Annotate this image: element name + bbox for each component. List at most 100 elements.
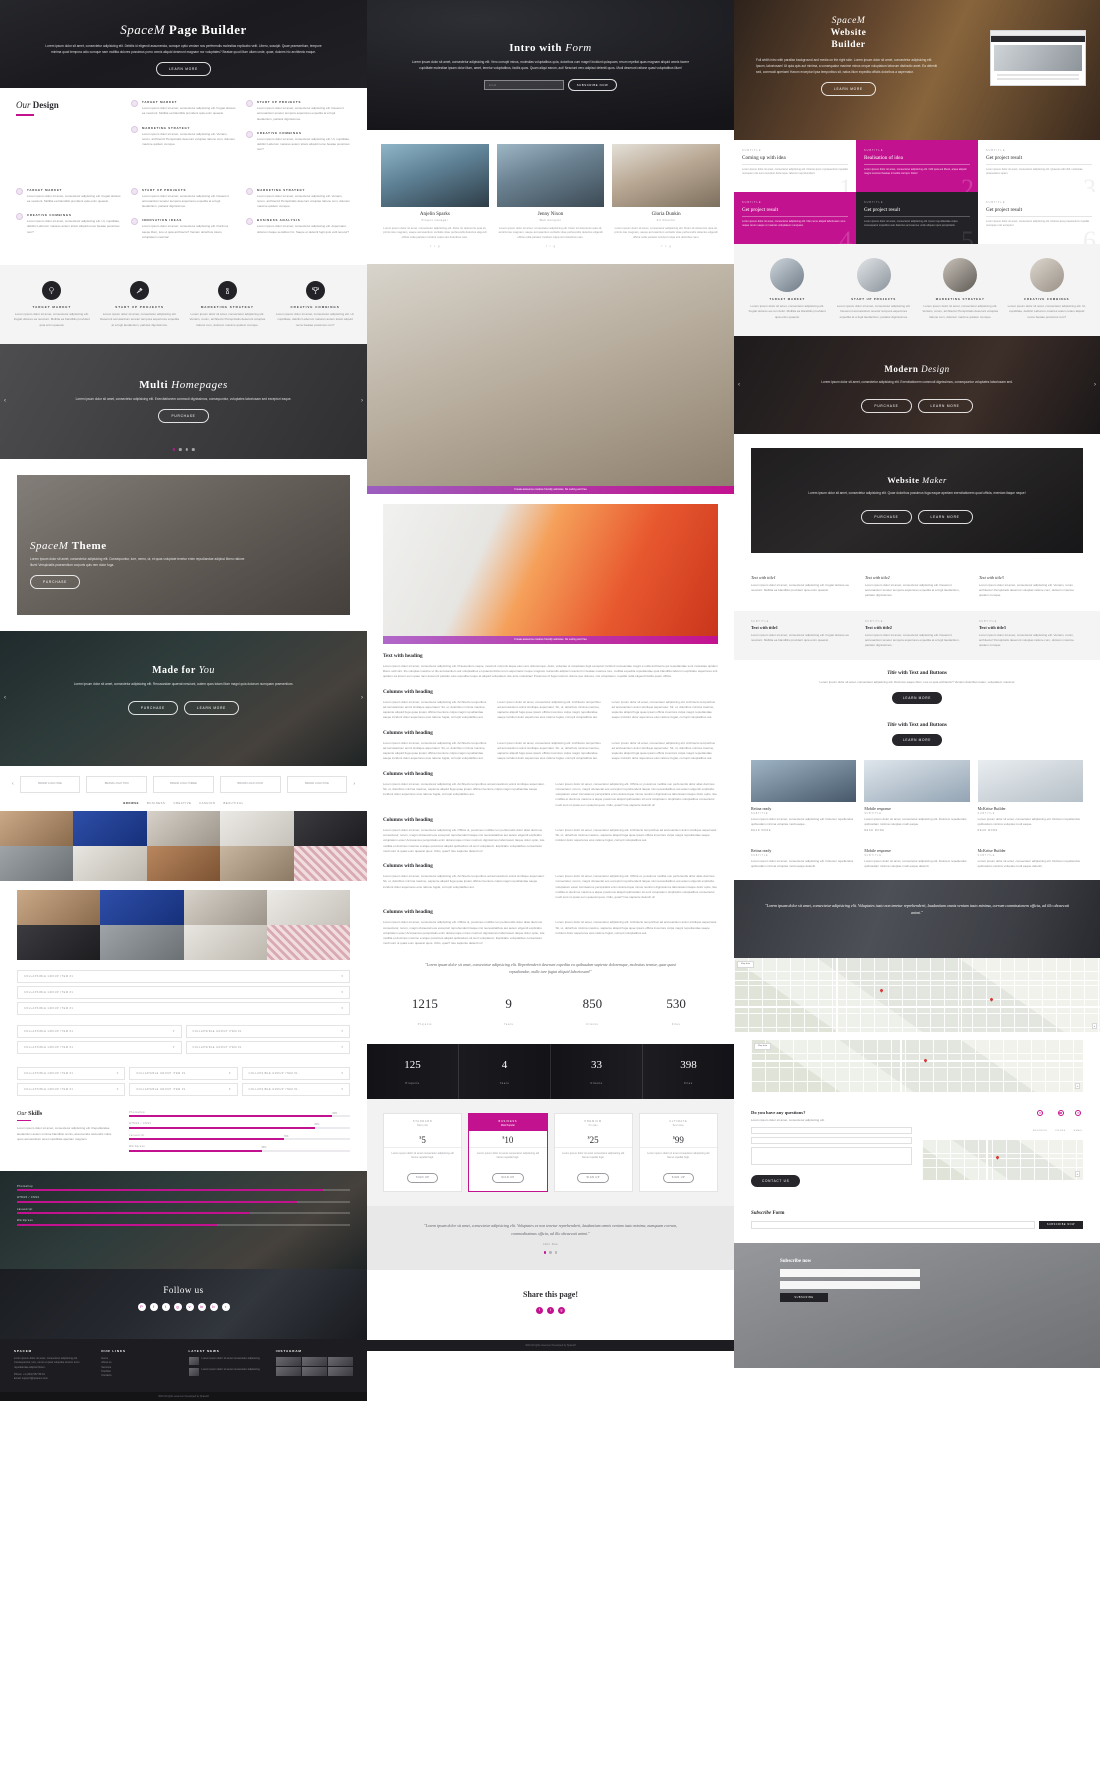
gallery-tile[interactable] xyxy=(293,810,367,846)
hero-learnmore-button[interactable]: LEARN MORE xyxy=(184,700,240,715)
twitter-icon[interactable]: t xyxy=(665,244,666,248)
accordion-item[interactable]: COLLAPSIBLE GROUP ITEM #1 ▾ xyxy=(17,985,350,999)
map-zoom-button[interactable]: + xyxy=(1075,1170,1080,1177)
slider-prev-arrow[interactable]: ‹ xyxy=(4,398,6,404)
googleplus-icon[interactable]: g xyxy=(669,244,671,248)
testimonial-dots[interactable] xyxy=(412,1251,689,1254)
accordion-item[interactable]: COLLAPSIBLE GROUP ITEM #1 ▾ xyxy=(241,1082,350,1096)
twitter-icon[interactable]: t xyxy=(434,244,435,248)
facebook-icon[interactable]: f xyxy=(546,244,547,248)
gallery-tile[interactable] xyxy=(100,924,184,960)
googleplus-icon[interactable]: g xyxy=(438,244,440,248)
accordion-item[interactable]: COLLAPSIBLE GROUP ITEM #1 ▾ xyxy=(17,1040,182,1054)
instagram-thumb[interactable] xyxy=(328,1356,353,1366)
carousel-item[interactable]: BRAND LOGO ONE xyxy=(19,775,81,793)
gallery-tab-browse[interactable]: BROWSE xyxy=(123,802,139,805)
carousel-item[interactable]: BRAND LOGO FOUR xyxy=(219,775,281,793)
footer-news-item[interactable]: Lorem ipsum dolor sit amet consectetur a… xyxy=(188,1367,266,1376)
contact-submit-button[interactable]: CONTACT US xyxy=(751,1174,801,1187)
hero-purchase-button[interactable]: PURCHASE xyxy=(861,509,912,524)
gallery-tile[interactable] xyxy=(17,924,101,960)
twitter-icon[interactable]: t xyxy=(550,244,551,248)
gallery-tile[interactable] xyxy=(0,845,74,881)
learn-more-button[interactable]: LEARN MORE xyxy=(891,691,943,704)
subscribe-email-input[interactable] xyxy=(780,1280,920,1289)
subscribe-submit-button[interactable]: SUBSCRIBE NOW xyxy=(1038,1220,1083,1229)
slider-dot[interactable] xyxy=(178,448,182,451)
accordion-item[interactable]: COLLAPSIBLE GROUP ITEM #1 ▾ xyxy=(17,1066,126,1080)
gallery-tile[interactable] xyxy=(0,810,74,846)
contact-message-textarea[interactable] xyxy=(751,1146,912,1165)
slider-cta-button[interactable]: PURCHASE xyxy=(158,408,209,423)
map-zoom-button[interactable]: + xyxy=(1092,1022,1097,1029)
gallery-tile[interactable] xyxy=(73,810,147,846)
gallery-tile[interactable] xyxy=(266,889,350,925)
testimonial-dot[interactable] xyxy=(549,1251,552,1254)
pinterest-icon[interactable]: P xyxy=(137,1302,146,1311)
gallery-tile[interactable] xyxy=(220,845,294,881)
map-pin[interactable] xyxy=(879,987,885,993)
slider-dot[interactable] xyxy=(192,448,195,451)
facebook-icon[interactable]: f xyxy=(149,1302,158,1311)
accordion-item[interactable]: COLLAPSIBLE GROUP ITEM #1 ▾ xyxy=(241,1066,350,1080)
read-more-link[interactable]: READ MORE xyxy=(751,830,856,832)
slider-dot[interactable] xyxy=(185,448,189,451)
twitter-icon[interactable]: t xyxy=(161,1302,170,1311)
testimonial-dot[interactable] xyxy=(554,1251,558,1254)
accordion-item[interactable]: COLLAPSIBLE GROUP ITEM #1 ▾ xyxy=(17,1024,182,1038)
gallery-tile[interactable] xyxy=(183,924,267,960)
map-zoom-button[interactable]: + xyxy=(1075,1082,1080,1089)
behance-icon[interactable]: b xyxy=(209,1302,218,1311)
accordion-item[interactable]: COLLAPSIBLE GROUP ITEM #1 ▾ xyxy=(129,1066,238,1080)
instagram-thumb[interactable] xyxy=(302,1367,327,1377)
googleplus-icon[interactable]: g xyxy=(554,244,556,248)
slider-prev-arrow[interactable]: ‹ xyxy=(738,382,740,388)
gallery-tab-creative[interactable]: CREATIVE xyxy=(173,802,191,805)
linkedin-icon[interactable]: in xyxy=(197,1302,206,1311)
gallery-tab-business[interactable]: BUSINESS xyxy=(147,802,165,805)
email-input[interactable] xyxy=(483,80,564,91)
instagram-thumb[interactable] xyxy=(275,1356,301,1366)
carousel-item[interactable]: BRAND LOGO FIVE xyxy=(286,775,348,793)
googleplus-icon[interactable]: g xyxy=(173,1302,182,1311)
slider-dot[interactable] xyxy=(172,448,175,451)
slider-next-arrow[interactable]: › xyxy=(361,398,363,404)
accordion-item[interactable]: COLLAPSIBLE GROUP ITEM #1 ▾ xyxy=(17,1001,350,1015)
slider-dots[interactable] xyxy=(172,448,195,451)
gallery-tile[interactable] xyxy=(17,889,101,925)
gallery-tile[interactable] xyxy=(220,810,294,846)
read-more-link[interactable]: READ MORE xyxy=(864,830,969,832)
hero-cta-button[interactable]: LEARN MORE xyxy=(155,62,212,77)
subscribe-button[interactable]: SUBSCRIBE NOW xyxy=(567,79,618,92)
plan-signup-button[interactable]: SIGN UP xyxy=(406,1172,439,1183)
gallery-tab-fashion[interactable]: FASHION xyxy=(199,802,215,805)
gallery-tile[interactable] xyxy=(146,810,221,846)
gallery-tile[interactable] xyxy=(146,845,221,881)
map-contact[interactable]: + xyxy=(922,1139,1083,1180)
accordion-item[interactable]: COLLAPSIBLE GROUP ITEM #1 ▾ xyxy=(17,1082,126,1096)
gallery-tile[interactable] xyxy=(73,845,147,881)
testimonial-dot[interactable] xyxy=(543,1251,547,1254)
slider-prev-arrow[interactable]: ‹ xyxy=(4,695,6,701)
carousel-next-arrow[interactable]: › xyxy=(353,781,355,787)
hero-cta-button[interactable]: PURCHASE xyxy=(30,574,81,589)
hero-purchase-button[interactable]: PURCHASE xyxy=(127,700,179,715)
hero-learnmore-button[interactable]: LEARN MORE xyxy=(917,509,973,524)
footer-news-item[interactable]: Lorem ipsum dolor sit amet consectetur a… xyxy=(188,1356,266,1365)
read-more-link[interactable]: READ MORE xyxy=(978,830,1083,832)
slider-next-arrow[interactable]: › xyxy=(361,695,363,701)
twitter-icon[interactable]: t xyxy=(547,1306,554,1314)
subscribe-name-input[interactable] xyxy=(780,1268,920,1277)
carousel-prev-arrow[interactable]: ‹ xyxy=(12,781,14,787)
gallery-tile[interactable] xyxy=(183,889,267,925)
map-fullwidth[interactable]: Map data + xyxy=(734,957,1100,1032)
hero-learnmore-button[interactable]: LEARN MORE xyxy=(917,398,973,413)
map-boxed[interactable]: Map data + xyxy=(751,1039,1083,1092)
contact-email-input[interactable] xyxy=(751,1136,912,1144)
rss-icon[interactable]: r xyxy=(221,1302,230,1311)
accordion-item[interactable]: COLLAPSIBLE GROUP ITEM #1 ▾ xyxy=(185,1040,350,1054)
map-pin[interactable] xyxy=(923,1058,928,1063)
slider-next-arrow[interactable]: › xyxy=(1094,382,1096,388)
gallery-tile[interactable] xyxy=(100,889,184,925)
instagram-thumb[interactable] xyxy=(275,1367,301,1377)
